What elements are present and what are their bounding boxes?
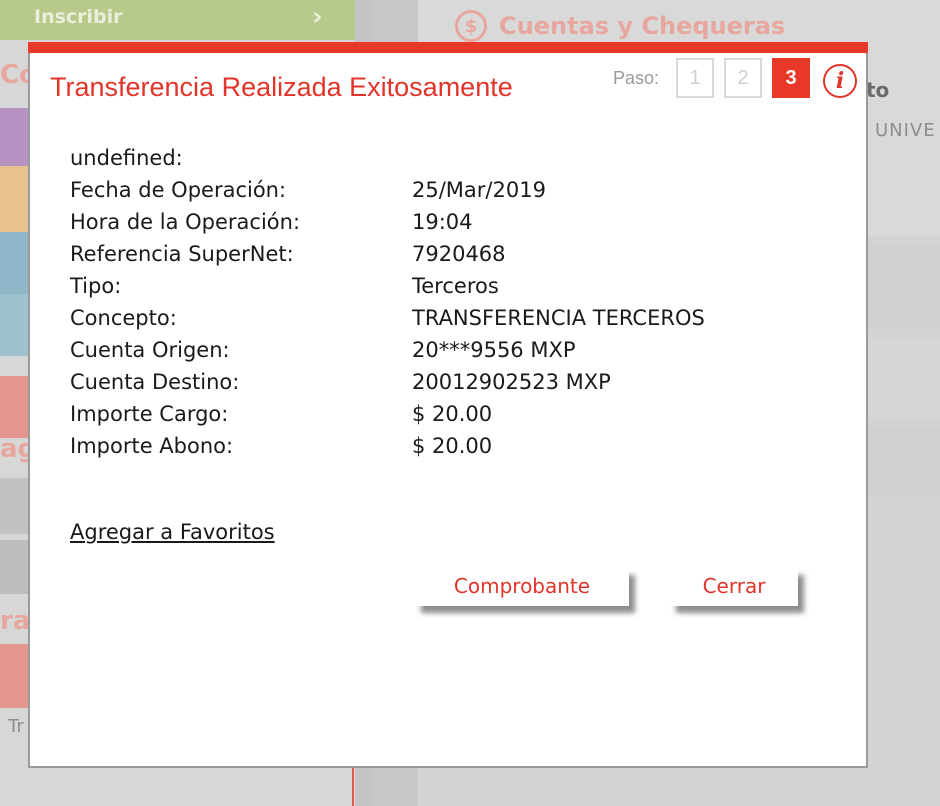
detail-label: Importe Abono: [70,434,234,458]
add-to-favorites-link[interactable]: Agregar a Favoritos [70,520,275,544]
detail-label: Importe Cargo: [70,402,229,426]
bg-partial-text: Tr [8,716,24,737]
info-icon[interactable]: i [823,64,857,98]
dollar-coin-icon: $ [455,10,487,42]
steps-label: Paso: [613,68,660,88]
detail-label: Tipo: [70,274,122,298]
inscribir-label: Inscribir [34,6,123,28]
bg-partial-text: to [866,78,890,102]
detail-value: TRANSFERENCIA TERCEROS [412,306,705,330]
detail-label: Hora de la Operación: [70,210,301,234]
transfer-success-dialog: Transferencia Realizada Exitosamente Pas… [28,42,868,768]
bg-tile-grey [0,478,30,534]
chevron-right-icon: › [312,2,323,32]
receipt-button[interactable]: Comprobante [415,568,629,606]
inscribir-bar: Inscribir › [0,0,355,40]
detail-value: 7920468 [412,242,506,266]
background-panel-title-text: Cuentas y Chequeras [499,12,786,40]
bg-partial-text: ra [0,606,31,636]
step-2: 2 [724,58,762,98]
step-1: 1 [676,58,714,98]
background-panel-title: $ Cuentas y Chequeras [455,10,785,42]
detail-value: $ 20.00 [412,434,493,458]
detail-label: Referencia SuperNet: [70,242,294,266]
detail-label: Fecha de Operación: [70,178,287,202]
detail-value: Terceros [412,274,499,298]
bg-tile-red [0,376,30,438]
bg-tile-lightblue [0,294,30,356]
detail-label: undefined: [70,146,183,170]
bg-tile-purple [0,108,30,166]
close-button[interactable]: Cerrar [670,568,798,606]
bg-tile-grey2 [0,540,30,594]
detail-label: Cuenta Origen: [70,338,230,362]
bg-tile-orange [0,166,30,232]
detail-value: 25/Mar/2019 [412,178,546,202]
detail-value: 19:04 [412,210,473,234]
bg-tile-blue [0,232,30,294]
detail-label: Concepto: [70,306,177,330]
dialog-top-accent-bar [28,42,868,53]
detail-value: 20***9556 MXP [412,338,576,362]
bg-tile-red2 [0,644,30,708]
step-3-current: 3 [772,58,810,98]
detail-value: $ 20.00 [412,402,493,426]
bg-partial-text: UNIVE [875,120,936,141]
detail-value: 20012902523 MXP [412,370,611,394]
dialog-title: Transferencia Realizada Exitosamente [50,72,513,102]
detail-label: Cuenta Destino: [70,370,240,394]
